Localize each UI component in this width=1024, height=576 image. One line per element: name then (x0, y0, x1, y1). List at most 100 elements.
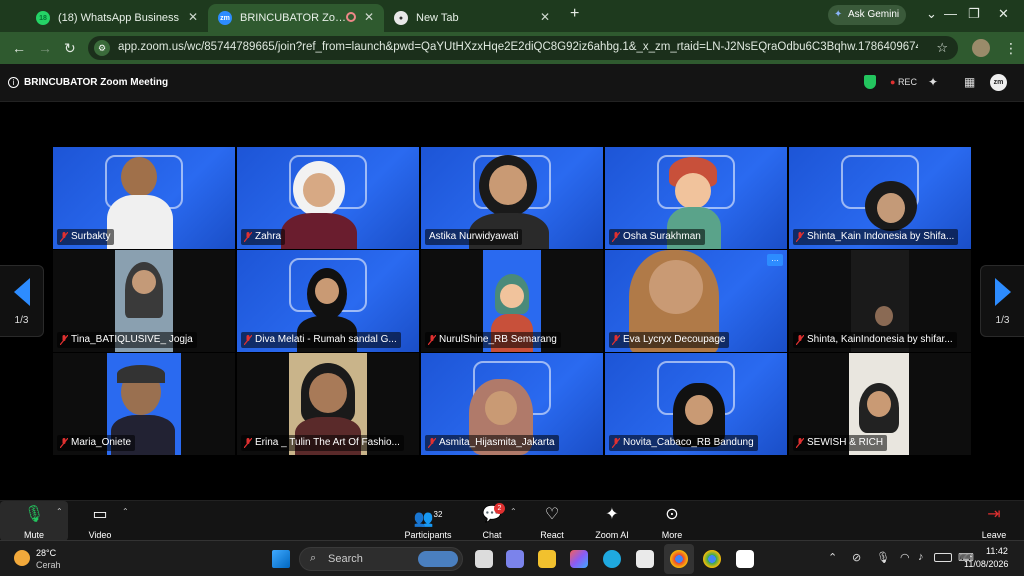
video-tile[interactable]: … Eva Lycryx Decoupage (605, 250, 787, 352)
video-tile-active-speaker[interactable]: Astika Nurwidyawati (421, 147, 603, 249)
page-indicator: 1/3 (14, 315, 29, 326)
chrome-icon: ● (394, 11, 408, 25)
address-bar[interactable]: ⚙ app.zoom.us/wc/85744789665/join?ref_fr… (88, 36, 958, 60)
participant-name: Shinta, KainIndonesia by shifar... (793, 332, 957, 348)
video-tile[interactable]: Shinta_Kain Indonesia by Shifa... (789, 147, 971, 249)
microphone-icon: 🎙 (23, 506, 45, 523)
collapse-icon[interactable]: ⌄ (926, 6, 937, 22)
leave-label: Leave (981, 530, 1007, 540)
new-tab-button[interactable]: + (570, 5, 579, 23)
reload-icon[interactable]: ↻ (64, 40, 76, 57)
video-tile[interactable]: Asmita_Hijasmita_Jakarta (421, 353, 603, 455)
info-icon[interactable]: i (8, 77, 19, 88)
zoom-ai-button[interactable]: ✦ Zoom AI (582, 505, 642, 540)
bookmark-star-icon[interactable]: ☆ (936, 40, 948, 56)
microsoft-store-icon[interactable] (636, 550, 654, 568)
video-gallery: 1/3 1/3 Surbakty Zahra Astika Nurwidyawa… (0, 102, 1024, 500)
video-tile[interactable]: Novita_Cabaco_RB Bandung (605, 353, 787, 455)
react-button[interactable]: ♡ React (522, 505, 582, 540)
zoom-app-badge[interactable]: zm (990, 74, 1007, 91)
tab-new-tab[interactable]: ● New Tab ✕ (384, 4, 560, 32)
battery-icon[interactable] (934, 553, 952, 562)
mic-off-icon (612, 335, 620, 345)
participant-name: Surbakty (57, 229, 115, 245)
menu-kebab-icon[interactable]: ⋮ (1004, 40, 1018, 57)
gemini-icon: ✦ (834, 9, 843, 20)
participants-button[interactable]: 👥32 Participants (398, 505, 458, 540)
more-button[interactable]: ⊙ More (642, 505, 702, 540)
clock-date[interactable]: 11/08/2026 (964, 559, 1008, 569)
accessibility-icon[interactable]: ⊘ (852, 551, 861, 564)
video-tile[interactable]: Maria_Oniete (53, 353, 235, 455)
mic-off-icon (612, 438, 620, 448)
edge-icon[interactable] (603, 550, 621, 568)
browser-toolbar: ← → ↻ ⚙ app.zoom.us/wc/85744789665/join?… (0, 32, 1024, 64)
tab-whatsapp[interactable]: 18 (18) WhatsApp Business ✕ (26, 4, 208, 32)
mic-off-icon (796, 438, 804, 448)
forward-icon[interactable]: → (38, 40, 52, 56)
video-tile[interactable]: Osha Surakhman (605, 147, 787, 249)
next-page-button[interactable]: 1/3 (980, 265, 1024, 337)
task-view-icon[interactable] (475, 550, 493, 568)
file-explorer-icon[interactable] (538, 550, 556, 568)
mic-off-icon (428, 438, 436, 448)
chrome-profile-icon[interactable] (703, 550, 721, 568)
weather-widget[interactable]: 28°C Cerah (12, 546, 72, 572)
chevron-up-icon[interactable]: ⌃ (828, 551, 837, 564)
participant-name: Zahra (241, 229, 286, 245)
back-icon[interactable]: ← (12, 40, 26, 56)
window-close-icon[interactable]: ✕ (998, 6, 1009, 22)
more-options-icon[interactable]: … (767, 254, 783, 266)
mute-button[interactable]: 🎙 Mute (4, 505, 64, 540)
participant-name: Shinta_Kain Indonesia by Shifa... (793, 229, 959, 245)
profile-avatar[interactable] (972, 39, 990, 57)
video-tile[interactable]: Surbakty (53, 147, 235, 249)
teams-icon[interactable] (506, 550, 524, 568)
chevron-up-icon[interactable]: ⌃ (122, 507, 129, 516)
weather-text: Cerah (36, 560, 61, 570)
rec-label: REC (897, 77, 917, 87)
video-tile[interactable]: NurulShine_RB Semarang (421, 250, 603, 352)
video-tile[interactable]: Zahra (237, 147, 419, 249)
grid-view-icon[interactable]: ▦ (964, 75, 975, 89)
microphone-icon[interactable]: 🎙 (876, 551, 890, 564)
participants-count: 32 (433, 510, 443, 519)
video-tile[interactable]: Tina_BATIQLUSIVE_ Jogja (53, 250, 235, 352)
restore-icon[interactable]: ❐ (968, 6, 980, 22)
previous-page-button[interactable]: 1/3 (0, 265, 44, 337)
taskbar-search[interactable]: ⌕ Search (299, 547, 463, 571)
copilot-icon[interactable] (570, 550, 588, 568)
more-icon: ⊙ (665, 506, 679, 523)
close-icon[interactable]: ✕ (364, 10, 374, 24)
chat-label: Chat (482, 530, 502, 540)
recording-tab-icon (346, 12, 356, 22)
video-button[interactable]: ▭ Video (70, 505, 130, 540)
react-heart-icon: ♡ (544, 506, 560, 523)
search-placeholder: Search (328, 553, 363, 565)
zoom-header: i BRINCUBATOR Zoom Meeting ● REC ✦ ▦ zm (0, 64, 1024, 102)
minimize-icon[interactable]: — (944, 6, 957, 21)
volume-icon[interactable]: ♪ (918, 551, 924, 563)
video-tile[interactable]: SEWISH & RICH (789, 353, 971, 455)
video-tile[interactable]: Erina _ Tulin The Art Of Fashio... (237, 353, 419, 455)
wifi-icon[interactable]: ◠ (900, 551, 910, 564)
video-label: Video (88, 530, 112, 540)
sparkle-icon[interactable]: ✦ (928, 75, 938, 89)
leave-button[interactable]: ⇥ Leave (964, 505, 1024, 540)
windows-taskbar: 28°C Cerah ⌕ Search ⌃ ⊘ 🎙 ◠ ♪ ⌨ 11:42 11… (0, 540, 1024, 576)
close-icon[interactable]: ✕ (540, 10, 550, 24)
chrome-icon[interactable] (670, 550, 688, 568)
chevron-up-icon[interactable]: ⌃ (510, 507, 517, 516)
chevron-up-icon[interactable]: ⌃ (56, 507, 63, 516)
close-icon[interactable]: ✕ (188, 10, 198, 24)
mic-off-icon (428, 335, 436, 345)
clock-time[interactable]: 11:42 (986, 546, 1008, 556)
security-shield-icon[interactable] (864, 75, 876, 89)
tab-zoom[interactable]: zm BRINCUBATOR Zoom Meeting ✕ (208, 4, 384, 32)
capcut-icon[interactable] (736, 550, 754, 568)
site-info-icon[interactable]: ⚙ (94, 40, 110, 56)
windows-start-icon[interactable] (272, 550, 290, 568)
video-tile[interactable]: Shinta, KainIndonesia by shifar... (789, 250, 971, 352)
video-tile[interactable]: Diva Melati - Rumah sandal G... (237, 250, 419, 352)
ask-gemini-button[interactable]: ✦ Ask Gemini (828, 5, 906, 25)
